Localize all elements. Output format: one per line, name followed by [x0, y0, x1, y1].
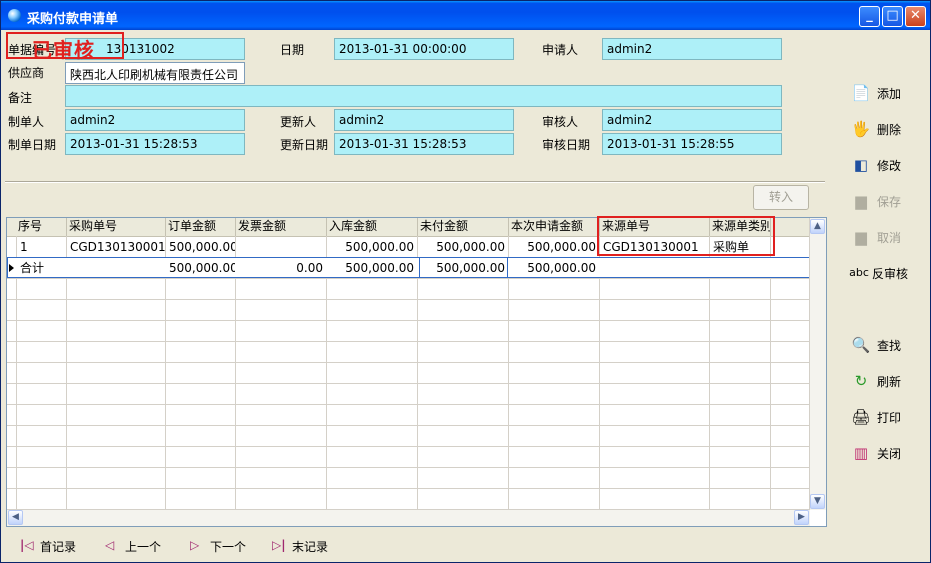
search-icon: 🔍 — [851, 336, 871, 354]
minimize-button[interactable]: _ — [859, 6, 880, 27]
grid-line — [7, 320, 811, 321]
grid-line — [7, 467, 811, 468]
audited-stamp: 已审核 — [6, 32, 124, 62]
app-icon — [8, 9, 21, 22]
create-date-label: 制单日期 — [8, 138, 57, 152]
total-order-amount: 500,000.00 — [169, 261, 235, 275]
cell-apply-amount[interactable]: 500,000.00 — [509, 237, 599, 257]
horizontal-scrollbar[interactable]: ◀ ▶ — [7, 509, 810, 526]
total-stock-amount: 500,000.00 — [345, 261, 414, 275]
updater-field[interactable]: admin2 — [334, 109, 514, 131]
col-header[interactable]: 采购单号 — [67, 218, 166, 236]
current-row-indicator — [9, 264, 14, 272]
refresh-icon: ↻ — [854, 372, 868, 390]
cancel-icon: ▆ — [855, 228, 867, 246]
detail-grid[interactable]: 序号 采购单号 订单金额 发票金额 入库金额 未付金额 本次申请金额 来源单号 … — [6, 217, 827, 527]
cell-po-no[interactable]: CGD130130001 — [67, 237, 165, 257]
grid-line — [7, 404, 811, 405]
total-apply-amount: 500,000.00 — [527, 261, 596, 275]
cell-seq[interactable]: 1 — [17, 237, 66, 257]
close-window-button[interactable]: ✕ — [905, 6, 926, 27]
first-record-icon: |◁ — [20, 538, 34, 552]
title-bar[interactable]: 采购付款申请单 _ □ ✕ — [1, 1, 930, 30]
remark-field[interactable] — [65, 85, 782, 107]
col-header[interactable]: 入库金额 — [327, 218, 418, 236]
applicant-field[interactable]: admin2 — [602, 38, 782, 60]
creator-field[interactable]: admin2 — [65, 109, 245, 131]
col-header[interactable]: 发票金额 — [236, 218, 327, 236]
date-field[interactable]: 2013-01-31 00:00:00 — [334, 38, 514, 60]
save-icon: ▆ — [855, 192, 867, 210]
vertical-scrollbar[interactable]: ▲ ▼ — [809, 218, 826, 510]
audit-date-field[interactable]: 2013-01-31 15:28:55 — [602, 133, 782, 155]
grid-line — [7, 425, 811, 426]
total-unpaid-amount[interactable]: 500,000.00 — [418, 258, 508, 278]
app-window: 采购付款申请单 _ □ ✕ 单据编号 130131002 已审核 日期 2013… — [0, 0, 931, 563]
edit-icon: ◧ — [853, 156, 869, 174]
spellcheck-icon: abc — [847, 263, 871, 283]
scroll-down-icon[interactable]: ▼ — [810, 494, 825, 509]
date-label: 日期 — [280, 43, 305, 57]
col-header[interactable]: 本次申请金额 — [509, 218, 600, 236]
remark-label: 备注 — [8, 91, 33, 105]
cell-order-amount[interactable]: 500,000.00 — [166, 237, 235, 257]
grid-line — [7, 299, 811, 300]
supplier-label: 供应商 — [8, 66, 45, 80]
grid-line — [7, 278, 811, 279]
window-title: 采购付款申请单 — [27, 12, 119, 27]
grid-line — [7, 383, 811, 384]
cell-invoice-amount[interactable] — [236, 237, 326, 257]
applicant-label: 申请人 — [542, 43, 579, 57]
creator-label: 制单人 — [8, 115, 45, 129]
update-date-field[interactable]: 2013-01-31 15:28:53 — [334, 133, 514, 155]
total-invoice-amount: 0.00 — [296, 261, 323, 275]
cell-unpaid-amount[interactable]: 500,000.00 — [418, 237, 508, 257]
create-date-field[interactable]: 2013-01-31 15:28:53 — [65, 133, 245, 155]
document-icon: 📄 — [851, 84, 871, 102]
next-record-icon: ▷ — [190, 538, 200, 552]
exit-icon: ▥ — [853, 444, 869, 462]
printer-icon: 🖨 — [851, 408, 871, 426]
grid-line — [7, 446, 811, 447]
scroll-right-icon[interactable]: ▶ — [794, 510, 809, 525]
updater-label: 更新人 — [280, 115, 317, 129]
col-header[interactable]: 订单金额 — [166, 218, 236, 236]
maximize-button[interactable]: □ — [882, 6, 903, 27]
cell-stock-amount[interactable]: 500,000.00 — [327, 237, 417, 257]
update-date-label: 更新日期 — [280, 138, 329, 152]
divider — [5, 181, 825, 183]
grid-line — [7, 362, 811, 363]
col-header[interactable]: 未付金额 — [418, 218, 509, 236]
scroll-left-icon[interactable]: ◀ — [8, 510, 23, 525]
last-record-icon: ▷| — [272, 538, 286, 552]
spellcheck-prefix: abc — [849, 266, 869, 279]
col-header[interactable]: 序号 — [16, 218, 67, 236]
auditor-label: 审核人 — [542, 115, 579, 129]
prev-record-icon: ◁ — [105, 538, 115, 552]
source-columns-highlight — [597, 216, 775, 256]
auditor-field[interactable]: admin2 — [602, 109, 782, 131]
grid-line — [7, 488, 811, 489]
grid-line — [7, 341, 811, 342]
supplier-field[interactable]: 陕西北人印刷机械有限责任公司 — [65, 62, 245, 84]
delete-hand-icon: 🖐 — [851, 120, 871, 138]
audit-date-label: 审核日期 — [542, 138, 591, 152]
total-label: 合计 — [20, 261, 45, 275]
transfer-button[interactable]: 转入 — [753, 185, 809, 210]
scroll-up-icon[interactable]: ▲ — [810, 219, 825, 234]
